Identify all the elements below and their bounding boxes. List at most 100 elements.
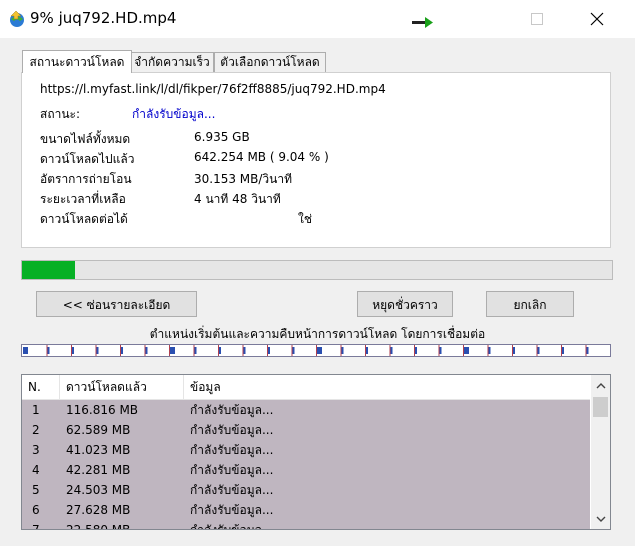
table-scrollbar[interactable] (591, 375, 610, 529)
connections-table: N. ดาวน์โหลดแล้ว ข้อมูล 1 116.816 MB กำล… (21, 374, 611, 530)
close-button[interactable] (574, 0, 620, 38)
cell-info: กำลังรับข้อมูล... (190, 483, 274, 497)
segment-progress-mark (194, 347, 197, 354)
scroll-up-button[interactable] (591, 377, 610, 394)
table-row[interactable]: 7 22.580 MB กำลังรับข้อมูล... (22, 520, 590, 530)
segment-divider (512, 345, 513, 356)
hide-details-button[interactable]: << ซ่อนรายละเอียด (36, 291, 197, 317)
segment-divider (389, 345, 391, 356)
cell-downloaded: 42.281 MB (66, 463, 131, 477)
segment-progress-mark (121, 347, 123, 354)
scroll-down-button[interactable] (591, 510, 610, 527)
info-value: ใช่ (298, 212, 313, 226)
table-row[interactable]: 1 116.816 MB กำลังรับข้อมูล... (22, 400, 590, 420)
cell-number: 5 (32, 483, 40, 497)
segment-divider (585, 345, 587, 356)
cell-info: กำลังรับข้อมูล... (190, 503, 274, 517)
pause-button[interactable]: หยุดชั่วคราว (357, 291, 453, 317)
info-label: ดาวน์โหลดไปแล้ว (40, 152, 135, 166)
segment-progress-mark (23, 347, 28, 354)
tab-speed-limit[interactable]: จำกัดความเร็ว (130, 52, 214, 72)
segment-progress-mark (317, 347, 322, 354)
info-label: ระยะเวลาที่เหลือ (40, 192, 126, 206)
chevron-up-icon (596, 382, 605, 388)
segment-progress-mark (47, 347, 50, 354)
cell-number: 7 (32, 523, 40, 530)
segment-divider (95, 345, 97, 356)
table-row[interactable]: 6 27.628 MB กำลังรับข้อมูล... (22, 500, 590, 520)
info-row-total-size: ขนาดไฟล์ทั้งหมด 6.935 GB (40, 130, 340, 149)
column-header-info[interactable]: ข้อมูล (184, 375, 590, 399)
segment-divider (218, 345, 219, 356)
title-bar: 9% juq792.HD.mp4 (0, 0, 635, 38)
segment-divider (463, 345, 464, 356)
segment-progress-mark (145, 347, 148, 354)
cell-number: 4 (32, 463, 40, 477)
segment-progress-mark (292, 347, 295, 354)
segment-progress-mark (341, 347, 344, 354)
info-row-transfer-rate: อัตราการถ่ายโอน 30.153 MB/วินาที (40, 170, 390, 189)
segment-divider (316, 345, 317, 356)
info-value: 4 นาที 48 วินาที (194, 192, 281, 206)
segment-divider (438, 345, 440, 356)
cell-number: 3 (32, 443, 40, 457)
segment-progress-mark (170, 347, 175, 354)
cell-number: 2 (32, 423, 40, 437)
table-row[interactable]: 5 24.503 MB กำลังรับข้อมูล... (22, 480, 590, 500)
segment-divider (193, 345, 195, 356)
tab-download-status[interactable]: สถานะดาวน์โหลด (22, 50, 132, 73)
info-label: ขนาดไฟล์ทั้งหมด (40, 132, 131, 146)
segment-divider (536, 345, 538, 356)
segment-progress-mark (219, 347, 221, 354)
cancel-button[interactable]: ยกเลิก (486, 291, 574, 317)
segment-divider (242, 345, 244, 356)
cell-downloaded: 62.589 MB (66, 423, 131, 437)
tab-download-options[interactable]: ตัวเลือกดาวน์โหลด (214, 52, 326, 72)
segment-progress-mark (268, 347, 270, 354)
table-row[interactable]: 3 41.023 MB กำลังรับข้อมูล... (22, 440, 590, 460)
segment-progress-mark (439, 347, 442, 354)
status-panel: https://l.myfast.link/l/dl/fikper/76f2ff… (21, 72, 611, 248)
column-header-number[interactable]: N. (22, 375, 60, 399)
segment-progress-mark (488, 347, 491, 354)
chevron-down-icon (596, 516, 605, 522)
cell-info: กำลังรับข้อมูล... (190, 423, 274, 437)
download-url: https://l.myfast.link/l/dl/fikper/76f2ff… (40, 82, 386, 96)
segment-progress-mark (72, 347, 74, 354)
info-row-resume: ดาวน์โหลดต่อได้ ใช่ (40, 210, 390, 229)
segment-progress-mark (562, 347, 564, 354)
segment-divider (365, 345, 366, 356)
segment-divider (487, 345, 489, 356)
column-header-downloaded[interactable]: ดาวน์โหลดแล้ว (60, 375, 184, 399)
info-label: ดาวน์โหลดต่อได้ (40, 212, 128, 226)
table-header: N. ดาวน์โหลดแล้ว ข้อมูล (22, 375, 590, 400)
idm-app-icon (8, 10, 26, 28)
status-label: สถานะ: (40, 107, 81, 121)
cell-downloaded: 27.628 MB (66, 503, 131, 517)
cell-downloaded: 41.023 MB (66, 443, 131, 457)
segment-divider (291, 345, 293, 356)
maximize-button[interactable] (514, 0, 560, 38)
info-value: 30.153 MB/วินาที (194, 172, 293, 186)
info-row-time-left: ระยะเวลาที่เหลือ 4 นาที 48 วินาที (40, 190, 390, 209)
download-arrow-icon[interactable] (412, 16, 434, 28)
progress-fill (22, 261, 76, 279)
table-row[interactable]: 2 62.589 MB กำลังรับข้อมูล... (22, 420, 590, 440)
cell-info: กำลังรับข้อมูล... (190, 443, 274, 457)
segment-progress-mark (415, 347, 417, 354)
segment-divider (144, 345, 146, 356)
table-row[interactable]: 4 42.281 MB กำลังรับข้อมูล... (22, 460, 590, 480)
segments-caption: ตำแหน่งเริ่มต้นและความคืบหน้าการดาวน์โหล… (149, 327, 486, 341)
info-value: 642.254 MB ( 9.04 % ) (194, 150, 329, 164)
segment-divider (340, 345, 342, 356)
download-progress-bar (21, 260, 613, 280)
cell-info: กำลังรับข้อมูล... (190, 403, 274, 417)
segment-divider (267, 345, 268, 356)
info-value: 6.935 GB (194, 130, 250, 144)
info-label: อัตราการถ่ายโอน (40, 172, 132, 186)
info-row-downloaded: ดาวน์โหลดไปแล้ว 642.254 MB ( 9.04 % ) (40, 150, 390, 169)
table-rows: 1 116.816 MB กำลังรับข้อมูล... 2 62.589 … (22, 400, 590, 530)
segment-progress-mark (366, 347, 368, 354)
close-icon (590, 12, 604, 26)
scroll-thumb[interactable] (593, 397, 608, 417)
